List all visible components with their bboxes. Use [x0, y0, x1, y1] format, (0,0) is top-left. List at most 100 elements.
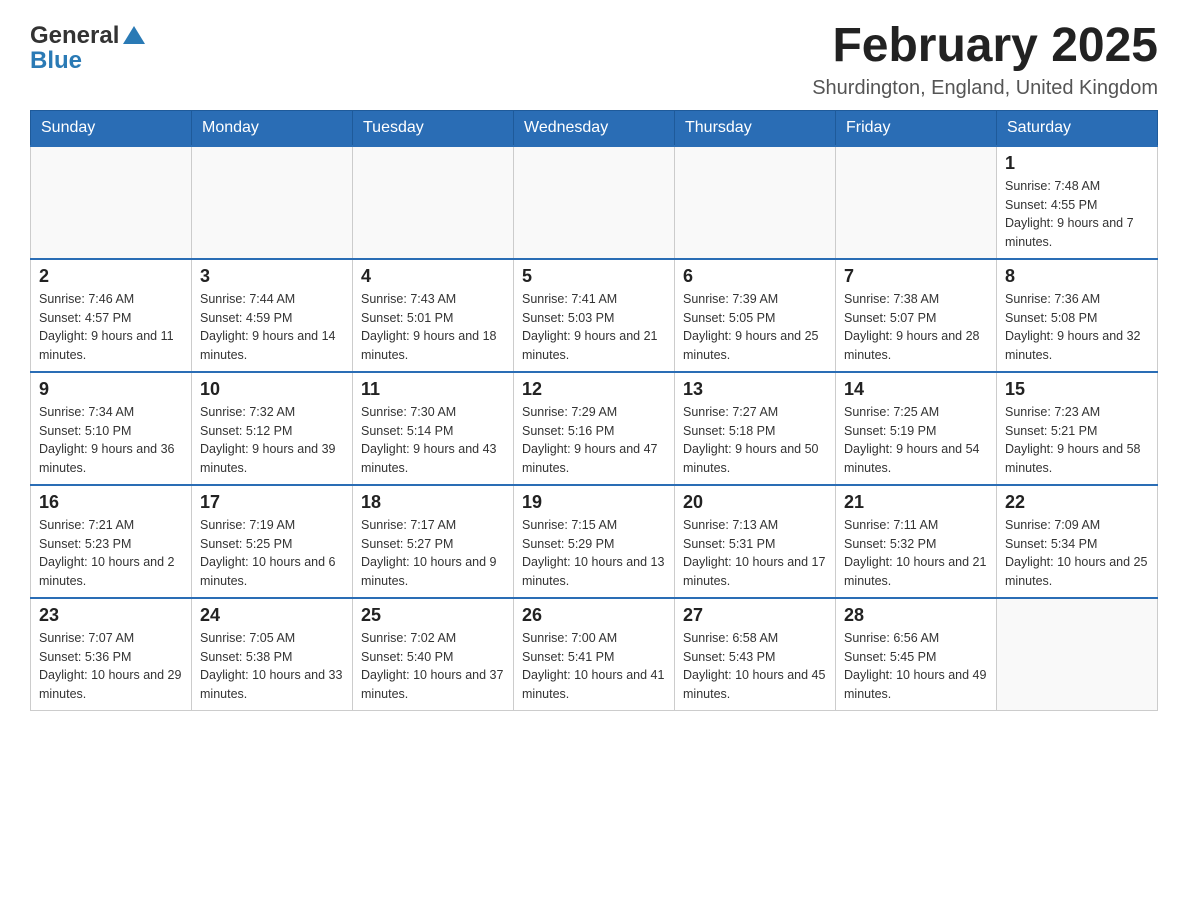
col-wednesday: Wednesday [514, 110, 675, 146]
day-info: Sunrise: 7:41 AMSunset: 5:03 PMDaylight:… [522, 290, 666, 365]
day-number: 16 [39, 492, 183, 513]
day-number: 7 [844, 266, 988, 287]
table-row: 2Sunrise: 7:46 AMSunset: 4:57 PMDaylight… [31, 259, 192, 372]
day-info: Sunrise: 7:11 AMSunset: 5:32 PMDaylight:… [844, 516, 988, 591]
day-number: 5 [522, 266, 666, 287]
page-header: General Blue February 2025 Shurdington, … [30, 20, 1158, 100]
day-number: 6 [683, 266, 827, 287]
table-row: 7 Sunrise: 7:38 AMSunset: 5:07 PMDaylight… [836, 259, 997, 372]
day-number: 17 [200, 492, 344, 513]
day-number: 21 [844, 492, 988, 513]
day-number: 8 [1005, 266, 1149, 287]
day-number: 1 [1005, 153, 1149, 174]
day-info: Sunrise: 7:29 AMSunset: 5:16 PMDaylight:… [522, 403, 666, 478]
day-info: Sunrise: 7:38 AMSunset: 5:07 PMDaylight:… [844, 290, 988, 365]
table-row: 11Sunrise: 7:30 AMSunset: 5:14 PMDayligh… [353, 372, 514, 485]
calendar-header-row: Sunday Monday Tuesday Wednesday Thursday… [31, 110, 1158, 146]
day-info: Sunrise: 7:25 AMSunset: 5:19 PMDaylight:… [844, 403, 988, 478]
table-row [675, 146, 836, 259]
day-number: 3 [200, 266, 344, 287]
day-number: 26 [522, 605, 666, 626]
calendar-week-row: 23Sunrise: 7:07 AMSunset: 5:36 PMDayligh… [31, 598, 1158, 711]
table-row: 6 Sunrise: 7:39 AMSunset: 5:05 PMDaylight… [675, 259, 836, 372]
table-row [353, 146, 514, 259]
day-info: Sunrise: 7:43 AMSunset: 5:01 PMDaylight:… [361, 290, 505, 365]
table-row: 28 Sunrise: 6:56 AMSunset: 5:45 PMDayligh… [836, 598, 997, 711]
day-number: 13 [683, 379, 827, 400]
logo-blue-text: Blue [30, 47, 82, 75]
day-info: Sunrise: 6:58 AMSunset: 5:43 PMDaylight:… [683, 629, 827, 704]
day-number: 12 [522, 379, 666, 400]
location-subtitle: Shurdington, England, United Kingdom [812, 77, 1158, 100]
day-number: 24 [200, 605, 344, 626]
calendar-week-row: 16 Sunrise: 7:21 AMSunset: 5:23 PMDayligh… [31, 485, 1158, 598]
table-row: 19Sunrise: 7:15 AMSunset: 5:29 PMDayligh… [514, 485, 675, 598]
day-info: Sunrise: 7:00 AMSunset: 5:41 PMDaylight:… [522, 629, 666, 704]
table-row: 13 Sunrise: 7:27 AMSunset: 5:18 PMDayligh… [675, 372, 836, 485]
calendar-week-row: 2Sunrise: 7:46 AMSunset: 4:57 PMDaylight… [31, 259, 1158, 372]
logo-general-text: General [30, 22, 119, 50]
calendar-week-row: 1 Sunrise: 7:48 AMSunset: 4:55 PMDaylight… [31, 146, 1158, 259]
day-number: 9 [39, 379, 183, 400]
month-title: February 2025 [812, 20, 1158, 73]
day-info: Sunrise: 7:39 AMSunset: 5:05 PMDaylight:… [683, 290, 827, 365]
col-sunday: Sunday [31, 110, 192, 146]
day-info: Sunrise: 7:34 AMSunset: 5:10 PMDaylight:… [39, 403, 183, 478]
day-info: Sunrise: 7:23 AMSunset: 5:21 PMDaylight:… [1005, 403, 1149, 478]
table-row: 16 Sunrise: 7:21 AMSunset: 5:23 PMDayligh… [31, 485, 192, 598]
table-row [997, 598, 1158, 711]
table-row: 21 Sunrise: 7:11 AMSunset: 5:32 PMDayligh… [836, 485, 997, 598]
day-info: Sunrise: 7:21 AMSunset: 5:23 PMDaylight:… [39, 516, 183, 591]
day-number: 19 [522, 492, 666, 513]
day-number: 22 [1005, 492, 1149, 513]
day-number: 25 [361, 605, 505, 626]
day-info: Sunrise: 7:02 AMSunset: 5:40 PMDaylight:… [361, 629, 505, 704]
day-info: Sunrise: 7:05 AMSunset: 5:38 PMDaylight:… [200, 629, 344, 704]
logo: General Blue [30, 20, 145, 75]
day-info: Sunrise: 7:17 AMSunset: 5:27 PMDaylight:… [361, 516, 505, 591]
table-row: 10 Sunrise: 7:32 AMSunset: 5:12 PMDayligh… [192, 372, 353, 485]
day-info: Sunrise: 7:27 AMSunset: 5:18 PMDaylight:… [683, 403, 827, 478]
table-row: 14 Sunrise: 7:25 AMSunset: 5:19 PMDayligh… [836, 372, 997, 485]
day-info: Sunrise: 7:07 AMSunset: 5:36 PMDaylight:… [39, 629, 183, 704]
calendar-week-row: 9 Sunrise: 7:34 AMSunset: 5:10 PMDaylight… [31, 372, 1158, 485]
table-row: 9 Sunrise: 7:34 AMSunset: 5:10 PMDaylight… [31, 372, 192, 485]
day-number: 10 [200, 379, 344, 400]
calendar-table: Sunday Monday Tuesday Wednesday Thursday… [30, 110, 1158, 711]
day-info: Sunrise: 6:56 AMSunset: 5:45 PMDaylight:… [844, 629, 988, 704]
day-number: 15 [1005, 379, 1149, 400]
table-row [514, 146, 675, 259]
table-row: 26 Sunrise: 7:00 AMSunset: 5:41 PMDayligh… [514, 598, 675, 711]
col-monday: Monday [192, 110, 353, 146]
day-number: 4 [361, 266, 505, 287]
table-row [836, 146, 997, 259]
table-row: 24 Sunrise: 7:05 AMSunset: 5:38 PMDayligh… [192, 598, 353, 711]
table-row: 23Sunrise: 7:07 AMSunset: 5:36 PMDayligh… [31, 598, 192, 711]
table-row: 20 Sunrise: 7:13 AMSunset: 5:31 PMDayligh… [675, 485, 836, 598]
day-info: Sunrise: 7:19 AMSunset: 5:25 PMDaylight:… [200, 516, 344, 591]
day-info: Sunrise: 7:48 AMSunset: 4:55 PMDaylight:… [1005, 177, 1149, 252]
table-row: 17 Sunrise: 7:19 AMSunset: 5:25 PMDayligh… [192, 485, 353, 598]
day-number: 2 [39, 266, 183, 287]
day-info: Sunrise: 7:13 AMSunset: 5:31 PMDaylight:… [683, 516, 827, 591]
day-number: 18 [361, 492, 505, 513]
day-number: 28 [844, 605, 988, 626]
day-info: Sunrise: 7:32 AMSunset: 5:12 PMDaylight:… [200, 403, 344, 478]
day-info: Sunrise: 7:36 AMSunset: 5:08 PMDaylight:… [1005, 290, 1149, 365]
table-row: 22 Sunrise: 7:09 AMSunset: 5:34 PMDayligh… [997, 485, 1158, 598]
day-info: Sunrise: 7:44 AMSunset: 4:59 PMDaylight:… [200, 290, 344, 365]
table-row: 3 Sunrise: 7:44 AMSunset: 4:59 PMDaylight… [192, 259, 353, 372]
table-row: 18 Sunrise: 7:17 AMSunset: 5:27 PMDayligh… [353, 485, 514, 598]
col-tuesday: Tuesday [353, 110, 514, 146]
logo-triangle-icon [123, 24, 145, 51]
day-number: 20 [683, 492, 827, 513]
col-saturday: Saturday [997, 110, 1158, 146]
table-row: 12 Sunrise: 7:29 AMSunset: 5:16 PMDayligh… [514, 372, 675, 485]
table-row: 1 Sunrise: 7:48 AMSunset: 4:55 PMDaylight… [997, 146, 1158, 259]
day-info: Sunrise: 7:09 AMSunset: 5:34 PMDaylight:… [1005, 516, 1149, 591]
day-number: 11 [361, 379, 505, 400]
table-row: 25 Sunrise: 7:02 AMSunset: 5:40 PMDayligh… [353, 598, 514, 711]
day-number: 14 [844, 379, 988, 400]
col-friday: Friday [836, 110, 997, 146]
table-row: 8 Sunrise: 7:36 AMSunset: 5:08 PMDaylight… [997, 259, 1158, 372]
